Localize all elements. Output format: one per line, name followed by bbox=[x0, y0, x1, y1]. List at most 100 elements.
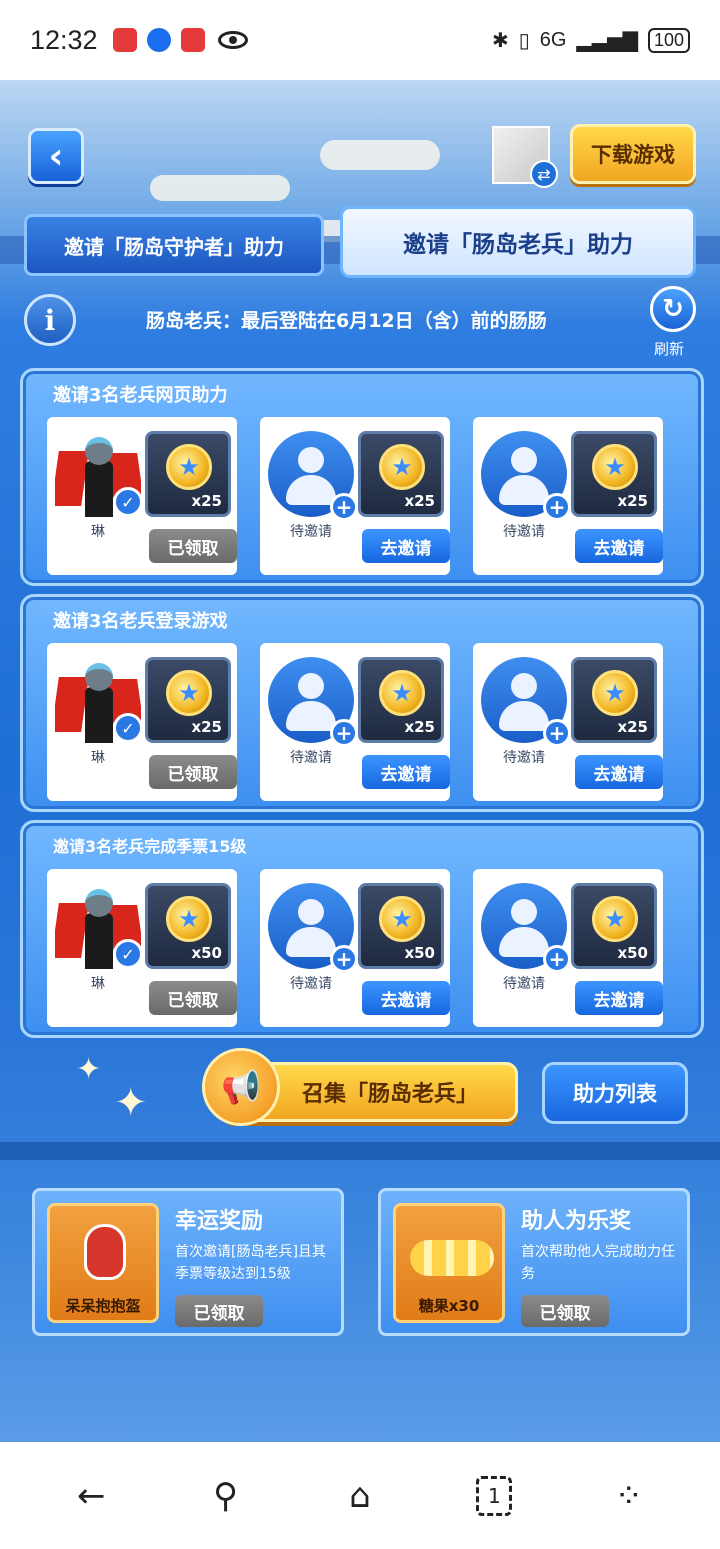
reward-box: ★ x25 bbox=[358, 431, 444, 517]
tab-bar: 邀请「肠岛守护者」助力 邀请「肠岛老兵」助力 bbox=[0, 206, 720, 286]
download-game-button[interactable]: 下载游戏 bbox=[570, 124, 696, 184]
reward-count: x25 bbox=[404, 492, 435, 510]
recent-apps-icon[interactable]: 1 bbox=[464, 1466, 524, 1526]
sparkle-icon: ✦ bbox=[76, 1052, 102, 1087]
bonus-title: 幸运奖励 bbox=[175, 1209, 264, 1234]
sparkle-icon: ✦ bbox=[114, 1080, 148, 1126]
reward-count: x50 bbox=[191, 944, 222, 962]
star-coin-icon: ★ bbox=[379, 444, 425, 490]
star-coin-icon: ★ bbox=[379, 896, 425, 942]
claimed-button[interactable]: 已领取 bbox=[175, 1295, 263, 1327]
reward-count: x25 bbox=[617, 718, 648, 736]
bonus-description: 首次邀请[肠岛老兵]且其季票等级达到15级 bbox=[175, 1244, 326, 1282]
helmet-reward-image: 呆呆抱抱盔 bbox=[47, 1203, 159, 1323]
invitee-avatar: ✓ bbox=[55, 883, 143, 969]
reward-box: ★ x25 bbox=[145, 657, 231, 743]
task-panel-login: 邀请3名老兵登录游戏 ✓ 琳 ★ x25 已领取 + 待邀请 ★ x25 去邀请… bbox=[20, 594, 704, 812]
invite-slot: ✓ 琳 ★ x50 已领取 bbox=[47, 869, 237, 1027]
invite-slot: + 待邀请 ★ x25 去邀请 bbox=[473, 417, 663, 575]
refresh-label[interactable]: 刷新 bbox=[654, 338, 684, 359]
reward-box: ★ x25 bbox=[358, 657, 444, 743]
tab-veteran[interactable]: 邀请「肠岛老兵」助力 bbox=[340, 206, 696, 278]
invitee-name: 琳 bbox=[91, 750, 105, 766]
veteran-definition-text: 肠岛老兵：最后登陆在6月12日（含）前的肠肠 bbox=[146, 310, 547, 332]
system-nav-bar: ← ⚲ ⌂ 1 ⁘ bbox=[0, 1442, 720, 1549]
pending-label: 待邀请 bbox=[503, 524, 545, 540]
info-icon[interactable]: i bbox=[24, 294, 76, 346]
vibrate-icon: ▯ bbox=[518, 29, 530, 52]
invite-slot: + 待邀请 ★ x25 去邀请 bbox=[260, 417, 450, 575]
invite-button[interactable]: 去邀请 bbox=[575, 529, 663, 563]
more-icon[interactable]: ⁘ bbox=[599, 1466, 659, 1526]
invite-slot: ✓ 琳 ★ x25 已领取 bbox=[47, 643, 237, 801]
reward-box: ★ x25 bbox=[571, 431, 657, 517]
star-coin-icon: ★ bbox=[166, 444, 212, 490]
cloud-decoration bbox=[320, 140, 440, 170]
back-nav-icon[interactable]: ← bbox=[61, 1466, 121, 1526]
empty-avatar[interactable]: + bbox=[481, 431, 571, 521]
claimed-button[interactable]: 已领取 bbox=[149, 755, 237, 789]
invitee-name: 琳 bbox=[91, 976, 105, 992]
tab-guardian[interactable]: 邀请「肠岛守护者」助力 bbox=[24, 214, 324, 276]
game-page: ‹ ⇄ 下载游戏 邀请「肠岛守护者」助力 邀请「肠岛老兵」助力 i 肠岛老兵：最… bbox=[0, 80, 720, 1442]
star-coin-icon: ★ bbox=[166, 670, 212, 716]
invite-slot: + 待邀请 ★ x50 去邀请 bbox=[260, 869, 450, 1027]
claimed-button[interactable]: 已领取 bbox=[521, 1295, 609, 1327]
pending-label: 待邀请 bbox=[290, 524, 332, 540]
empty-avatar[interactable]: + bbox=[268, 657, 358, 747]
huawei-app-icon bbox=[112, 28, 137, 52]
invite-button[interactable]: 去邀请 bbox=[362, 529, 450, 563]
plus-icon: + bbox=[330, 945, 358, 973]
claimed-button[interactable]: 已领取 bbox=[149, 529, 237, 563]
reward-count: x25 bbox=[191, 492, 222, 510]
invite-button[interactable]: 去邀请 bbox=[575, 981, 663, 1015]
reward-item-label: 呆呆抱抱盔 bbox=[65, 1297, 141, 1315]
reward-count: x25 bbox=[617, 492, 648, 510]
reward-count: x25 bbox=[191, 718, 222, 736]
status-bar: 12:32 ✱ ▯ 6G ▂▃▅▇ 100 bbox=[0, 0, 720, 80]
invite-button[interactable]: 去邀请 bbox=[575, 755, 663, 789]
reward-box: ★ x50 bbox=[145, 883, 231, 969]
refresh-icon[interactable]: ↻ bbox=[650, 286, 696, 332]
back-button[interactable]: ‹ bbox=[28, 128, 84, 184]
plus-icon: + bbox=[330, 493, 358, 521]
wifi-icon: 6G bbox=[539, 28, 567, 51]
empty-avatar[interactable]: + bbox=[268, 431, 358, 521]
assist-list-button[interactable]: 助力列表 bbox=[542, 1062, 688, 1124]
status-time: 12:32 bbox=[30, 24, 98, 55]
huawei-app-icon bbox=[180, 28, 205, 52]
check-icon: ✓ bbox=[113, 713, 143, 743]
search-icon[interactable]: ⚲ bbox=[196, 1466, 256, 1526]
empty-avatar[interactable]: + bbox=[481, 657, 571, 747]
invite-slot: + 待邀请 ★ x25 去邀请 bbox=[260, 643, 450, 801]
reward-box: ★ x25 bbox=[571, 657, 657, 743]
check-icon: ✓ bbox=[113, 487, 143, 517]
task-panel-season-pass: 邀请3名老兵完成季票15级 ✓ 琳 ★ x50 已领取 + 待邀请 ★ x50 bbox=[20, 820, 704, 1038]
bulb-icon bbox=[146, 28, 171, 52]
task-panel-web-assist: 邀请3名老兵网页助力 ✓ 琳 ★ x25 已领取 + 待邀请 ★ x25 去邀请… bbox=[20, 368, 704, 586]
invite-button[interactable]: 去邀请 bbox=[362, 981, 450, 1015]
star-coin-icon: ★ bbox=[592, 670, 638, 716]
megaphone-icon: 📢 bbox=[202, 1048, 280, 1126]
section-divider bbox=[0, 1142, 720, 1160]
task-title: 邀请3名老兵网页助力 bbox=[53, 385, 228, 406]
bonus-description: 首次帮助他人完成助力任务 bbox=[521, 1244, 675, 1282]
empty-avatar[interactable]: + bbox=[481, 883, 571, 973]
plus-icon: + bbox=[543, 719, 571, 747]
battery-icon: 100 bbox=[647, 27, 690, 53]
invite-button[interactable]: 去邀请 bbox=[362, 755, 450, 789]
home-icon[interactable]: ⌂ bbox=[330, 1466, 390, 1526]
star-coin-icon: ★ bbox=[166, 896, 212, 942]
cloud-decoration bbox=[150, 175, 290, 201]
eye-icon bbox=[217, 31, 248, 49]
bonus-title: 助人为乐奖 bbox=[521, 1209, 632, 1234]
empty-avatar[interactable]: + bbox=[268, 883, 358, 973]
status-indicators: ✱ ▯ 6G ▂▃▅▇ 100 bbox=[492, 27, 690, 53]
star-coin-icon: ★ bbox=[592, 444, 638, 490]
reward-count: x25 bbox=[404, 718, 435, 736]
invitee-name: 琳 bbox=[91, 524, 105, 540]
claimed-button[interactable]: 已领取 bbox=[149, 981, 237, 1015]
invite-slot: + 待邀请 ★ x25 去邀请 bbox=[473, 643, 663, 801]
invitee-avatar: ✓ bbox=[55, 657, 143, 743]
swap-icon[interactable]: ⇄ bbox=[530, 160, 558, 188]
